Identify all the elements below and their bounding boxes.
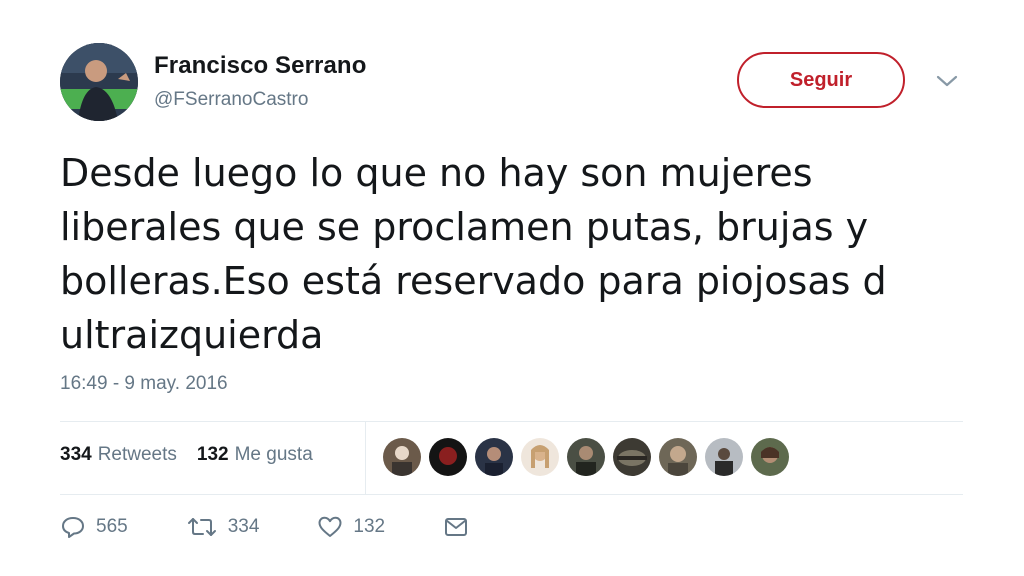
liker-avatar[interactable] <box>475 438 513 476</box>
heart-icon <box>317 515 343 539</box>
liker-avatar[interactable] <box>751 438 789 476</box>
message-action[interactable] <box>443 515 469 539</box>
likes-count: 132 <box>196 444 229 465</box>
retweet-action[interactable]: 334 <box>186 515 260 539</box>
liker-avatar[interactable] <box>659 438 697 476</box>
reply-action[interactable]: 565 <box>60 515 128 539</box>
retweet-icon <box>186 515 218 539</box>
author-handle[interactable]: @FSerranoCastro <box>154 89 308 111</box>
likers-avatars <box>383 438 789 476</box>
tweet-actions: 565 334 132 <box>60 515 527 539</box>
likes-stat[interactable]: 132 Me gusta <box>197 444 313 466</box>
follow-button[interactable]: Seguir <box>737 52 905 108</box>
reply-count: 565 <box>96 516 128 537</box>
liker-avatar[interactable] <box>521 438 559 476</box>
author-avatar[interactable] <box>60 43 138 121</box>
retweets-count: 334 <box>60 444 92 465</box>
liker-avatar[interactable] <box>705 438 743 476</box>
author-name[interactable]: Francisco Serrano <box>154 52 366 80</box>
liker-avatar[interactable] <box>613 438 651 476</box>
liker-avatar[interactable] <box>383 438 421 476</box>
liker-avatar[interactable] <box>567 438 605 476</box>
tweet-stats: 334 Retweets 132 Me gusta <box>60 444 327 466</box>
like-count: 132 <box>353 516 386 537</box>
like-action[interactable]: 132 <box>317 515 385 539</box>
retweets-label: Retweets <box>97 444 177 465</box>
liker-avatar[interactable] <box>429 438 467 476</box>
retweet-count: 334 <box>227 516 260 537</box>
likes-label: Me gusta <box>234 444 313 465</box>
reply-icon <box>60 515 86 539</box>
chevron-down-icon[interactable] <box>934 72 960 90</box>
tweet-timestamp[interactable]: 16:49 - 9 may. 2016 <box>60 373 228 395</box>
stats-separator <box>365 422 366 494</box>
tweet-text: Desde luego lo que no hay son mujeres li… <box>60 151 887 357</box>
divider-bottom <box>60 494 963 495</box>
retweets-stat[interactable]: 334 Retweets <box>60 444 177 466</box>
envelope-icon <box>443 515 469 539</box>
divider-top <box>60 421 963 422</box>
